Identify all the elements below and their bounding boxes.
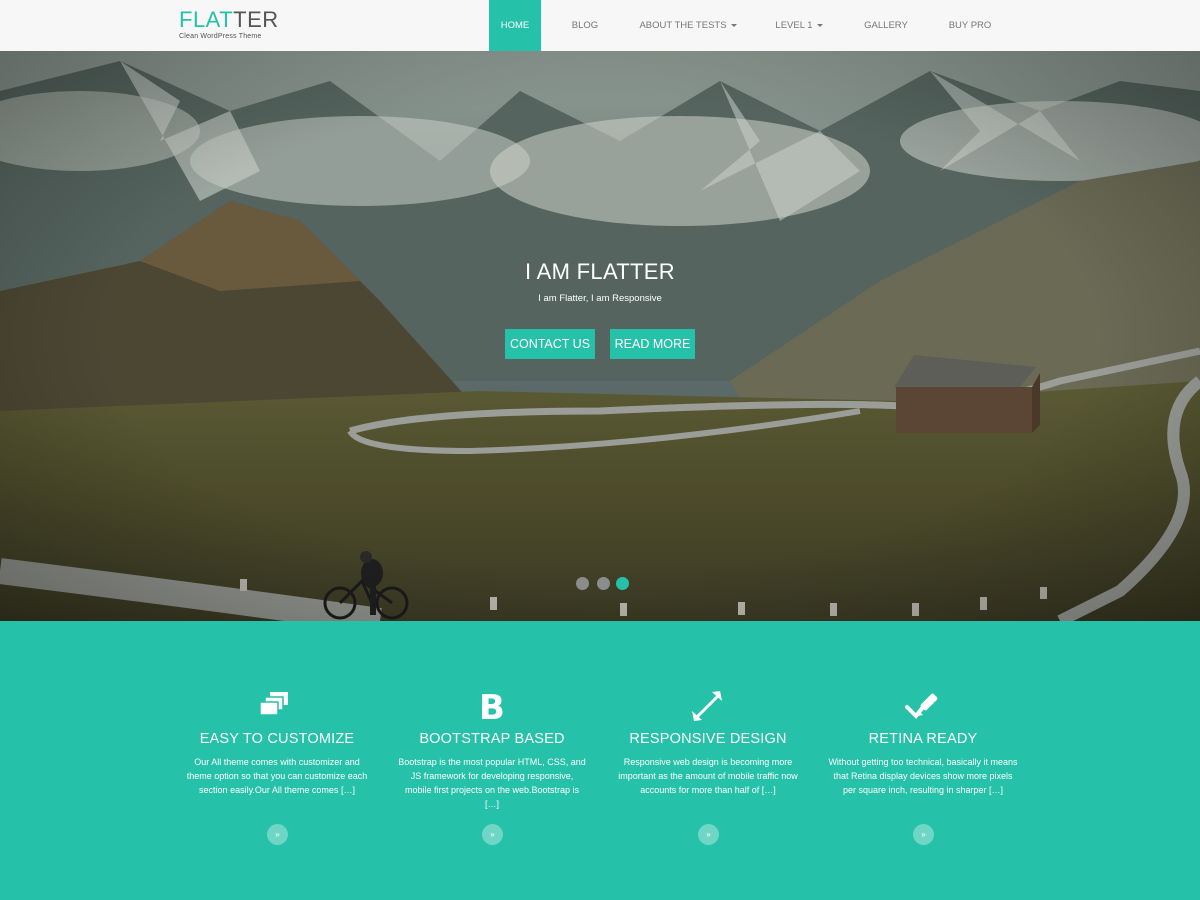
slide-dot-2[interactable]	[597, 577, 610, 590]
feature-title: BOOTSTRAP BASED	[419, 731, 565, 747]
nav-item-buy-pro[interactable]: BUY PRO	[940, 0, 1000, 51]
slide-dot-3[interactable]	[616, 577, 629, 590]
features-section: EASY TO CUSTOMIZE Our All theme comes wi…	[0, 621, 1200, 900]
hero-title: I AM FLATTER	[525, 259, 675, 284]
hero-subtitle: I am Flatter, I am Responsive	[538, 293, 662, 304]
top-navbar: FLATTER Clean WordPress Theme HOME BLOG …	[0, 0, 1200, 51]
feature-title: RESPONSIVE DESIGN	[629, 731, 787, 747]
site-title: FLATTER	[179, 7, 279, 32]
site-logo[interactable]: FLATTER Clean WordPress Theme	[179, 7, 279, 41]
nav-item-label: LEVEL 1	[775, 20, 813, 31]
nav-item-level-1[interactable]: LEVEL 1	[768, 0, 830, 51]
svg-text:B: B	[479, 689, 505, 723]
bootstrap-icon: B	[479, 689, 505, 723]
layers-icon	[259, 692, 288, 716]
slide-dot-1[interactable]	[576, 577, 589, 590]
nav-item-label: HOME	[500, 20, 530, 31]
caret-down-icon	[730, 23, 737, 27]
feature-more-button[interactable]: »	[913, 824, 934, 845]
nav-item-gallery[interactable]: GALLERY	[856, 0, 916, 51]
site-tagline: Clean WordPress Theme	[179, 33, 262, 40]
nav-item-home[interactable]: HOME	[489, 0, 541, 51]
read-more-button[interactable]: READ MORE	[610, 329, 695, 359]
nav-item-label: BLOG	[571, 20, 599, 31]
feature-description: Without getting too technical, basically…	[828, 757, 1018, 795]
nav-item-label: ABOUT THE TESTS	[639, 20, 727, 31]
feature-more-button[interactable]: »	[267, 824, 288, 845]
feature-description: Bootstrap is the most popular HTML, CSS,…	[398, 757, 586, 809]
hero-slider	[0, 51, 1200, 621]
feature-more-button[interactable]: »	[698, 824, 719, 845]
nav-item-about-the-tests[interactable]: ABOUT THE TESTS	[632, 0, 744, 51]
feature-description: Our All theme comes with customizer and …	[186, 757, 368, 795]
feature-title: RETINA READY	[868, 731, 978, 747]
contact-us-button[interactable]: CONTACT US	[505, 329, 595, 359]
feature-title: EASY TO CUSTOMIZE	[199, 731, 355, 747]
mountain-landscape-image	[0, 51, 1200, 621]
nav-item-label: BUY PRO	[948, 20, 992, 31]
expand-icon	[692, 691, 722, 721]
nav-item-label: GALLERY	[864, 20, 908, 31]
nav-item-blog[interactable]: BLOG	[560, 0, 610, 51]
feature-more-button[interactable]: »	[482, 824, 503, 845]
check-pencil-icon	[905, 693, 938, 720]
caret-down-icon	[816, 23, 823, 27]
feature-description: Responsive web design is becoming more i…	[618, 757, 798, 795]
